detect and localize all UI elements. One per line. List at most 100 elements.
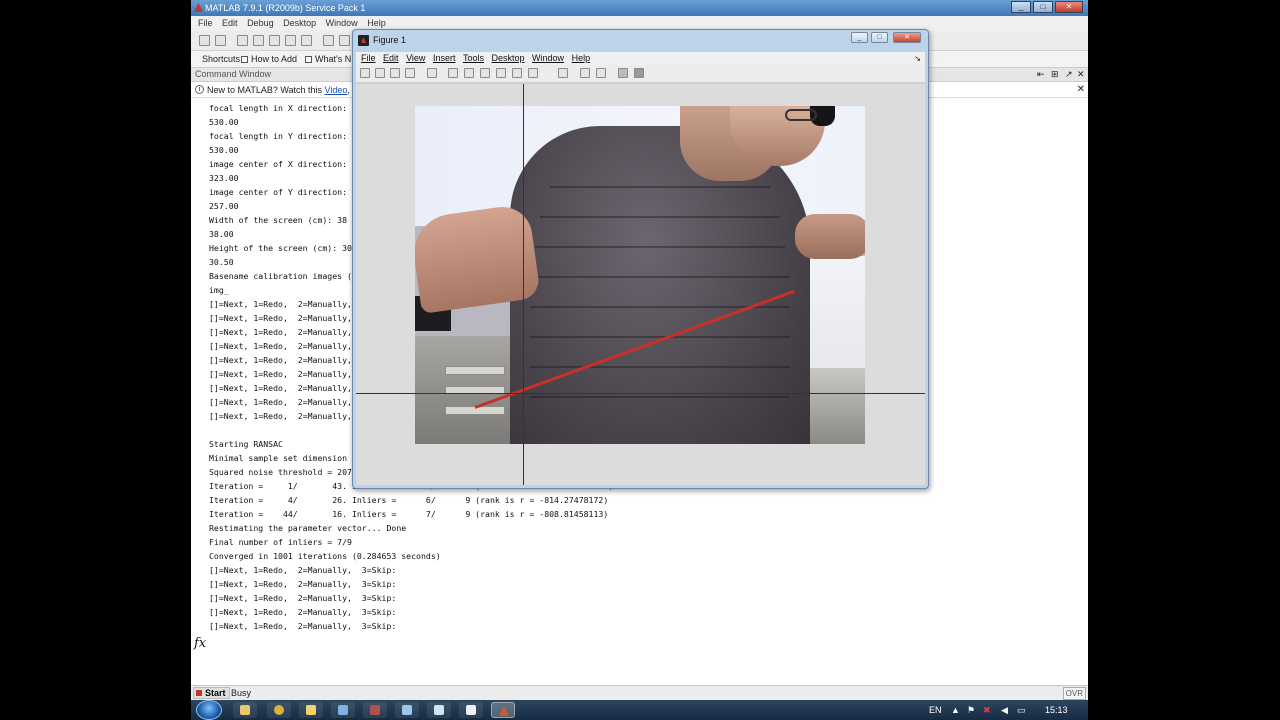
rotate-icon[interactable]: [496, 68, 506, 78]
minimize-button[interactable]: _: [1011, 1, 1031, 13]
console-line: 30.50: [209, 257, 234, 267]
fx-prompt-icon[interactable]: fx: [194, 636, 206, 651]
app3-taskbar-icon[interactable]: [363, 702, 387, 718]
shortcuts-label[interactable]: Shortcuts: [202, 51, 240, 67]
start-button[interactable]: Start: [193, 687, 230, 699]
matlab-icon: [499, 706, 509, 716]
video-link[interactable]: Video: [325, 85, 348, 95]
volume-icon[interactable]: ◀: [1001, 700, 1008, 720]
maximize-panel-icon[interactable]: ⊞: [1051, 68, 1059, 81]
console-line: []=Next, 1=Redo, 2=Manually, 3=Skip:: [209, 593, 397, 603]
menu-desktop[interactable]: Desktop: [283, 16, 316, 31]
fig-menu-window[interactable]: Window: [532, 52, 564, 65]
dock-arrow-icon[interactable]: ↗: [1065, 68, 1073, 81]
info-icon: i: [195, 85, 204, 94]
app3-icon: [370, 705, 380, 715]
fig-open-icon[interactable]: [375, 68, 385, 78]
shortcut-whats-new-label: What's N: [315, 54, 352, 64]
app6-taskbar-icon[interactable]: [459, 702, 483, 718]
ovr-indicator: OVR: [1062, 687, 1086, 700]
zoom-in-icon[interactable]: [448, 68, 458, 78]
undo-icon[interactable]: [285, 35, 296, 46]
fig-save-icon[interactable]: [390, 68, 400, 78]
network-error-icon[interactable]: ✖: [983, 700, 991, 720]
shortcut-whats-new[interactable]: What's N: [305, 51, 351, 67]
figure-canvas[interactable]: [356, 84, 925, 485]
fig-menu-view[interactable]: View: [406, 52, 425, 65]
info-prefix: New to MATLAB? Watch this: [207, 85, 325, 95]
data-cursor-icon[interactable]: [512, 68, 522, 78]
new-file-icon[interactable]: [199, 35, 210, 46]
undock-icon[interactable]: ⇤: [1037, 68, 1045, 81]
pan-icon[interactable]: [480, 68, 490, 78]
app5-icon: [434, 705, 444, 715]
open-file-icon[interactable]: [215, 35, 226, 46]
menu-debug[interactable]: Debug: [247, 16, 274, 31]
console-line: 323.00: [209, 173, 239, 183]
link-plot-icon[interactable]: [558, 68, 568, 78]
guide-icon[interactable]: [339, 35, 350, 46]
language-indicator[interactable]: EN: [929, 700, 942, 720]
figure-maximize-button[interactable]: □: [871, 32, 888, 43]
console-line: []=Next, 1=Redo, 2=Manually, 3=Skip:: [209, 621, 397, 631]
clock[interactable]: 15:13: [1045, 700, 1068, 720]
redo-icon[interactable]: [301, 35, 312, 46]
paste-icon[interactable]: [269, 35, 280, 46]
console-line: focal length in X direction:: [209, 103, 352, 113]
shortcut-how-to-add[interactable]: How to Add: [241, 51, 297, 67]
fig-new-icon[interactable]: [360, 68, 370, 78]
explorer-taskbar-icon[interactable]: [233, 702, 257, 718]
app-taskbar-icon[interactable]: [299, 702, 323, 718]
tray-arrow-icon[interactable]: ▲: [951, 700, 960, 720]
hide-plot-tools-icon[interactable]: [618, 68, 628, 78]
simulink-icon[interactable]: [323, 35, 334, 46]
dock-figure-icon[interactable]: ↘: [914, 52, 921, 65]
fig-menu-desktop[interactable]: Desktop: [492, 52, 525, 65]
fig-menu-file[interactable]: File: [361, 52, 376, 65]
app4-taskbar-icon[interactable]: [395, 702, 419, 718]
figure-window[interactable]: Figure 1 _ □ ✕ File Edit View Insert Too…: [352, 29, 929, 489]
shortcut-how-to-add-label: How to Add: [251, 54, 298, 64]
fig-menu-insert[interactable]: Insert: [433, 52, 456, 65]
flag-icon[interactable]: ⚑: [967, 700, 975, 720]
fig-menu-help[interactable]: Help: [572, 52, 591, 65]
copy-icon[interactable]: [253, 35, 264, 46]
app5-taskbar-icon[interactable]: [427, 702, 451, 718]
windows-start-icon[interactable]: [196, 700, 222, 720]
fig-menu-edit[interactable]: Edit: [383, 52, 399, 65]
chrome-taskbar-icon[interactable]: [267, 702, 291, 718]
figure-menubar: File Edit View Insert Tools Desktop Wind…: [356, 52, 925, 65]
crosshair-horizontal: [356, 393, 925, 394]
legend-icon[interactable]: [596, 68, 606, 78]
menu-file[interactable]: File: [198, 16, 213, 31]
figure-minimize-button[interactable]: _: [851, 32, 868, 43]
console-line: []=Next, 1=Redo, 2=Manually,: [209, 327, 352, 337]
close-panel-icon[interactable]: ✕: [1077, 68, 1085, 81]
fig-menu-tools[interactable]: Tools: [463, 52, 484, 65]
fig-print-icon[interactable]: [405, 68, 415, 78]
matlab-titlebar[interactable]: MATLAB 7.9.1 (R2009b) Service Pack 1 _ □…: [191, 0, 1088, 16]
matlab-taskbar-icon[interactable]: [491, 702, 515, 718]
power-icon[interactable]: ▭: [1017, 700, 1026, 720]
cut-icon[interactable]: [237, 35, 248, 46]
console-line: Restimating the parameter vector... Done: [209, 523, 407, 533]
close-info-icon[interactable]: ✕: [1077, 82, 1085, 98]
figure-titlebar[interactable]: Figure 1: [353, 30, 928, 50]
app-icon: [306, 705, 316, 715]
person-shirt: [510, 126, 810, 444]
brush-icon[interactable]: [528, 68, 538, 78]
maximize-button[interactable]: □: [1033, 1, 1053, 13]
zoom-out-icon[interactable]: [464, 68, 474, 78]
menu-edit[interactable]: Edit: [222, 16, 238, 31]
figure-close-button[interactable]: ✕: [893, 32, 921, 43]
console-line: Iteration = 44/ 16. Inliers = 7/ 9 (rank…: [209, 509, 609, 519]
app2-taskbar-icon[interactable]: [331, 702, 355, 718]
console-line: img_: [209, 285, 229, 295]
show-plot-tools-icon[interactable]: [634, 68, 644, 78]
close-button[interactable]: ✕: [1055, 1, 1083, 13]
person-glasses: [785, 109, 817, 121]
edit-plot-icon[interactable]: [427, 68, 437, 78]
matlab-logo-icon: [194, 3, 203, 12]
colorbar-icon[interactable]: [580, 68, 590, 78]
console-line: image center of X direction:: [209, 159, 352, 169]
